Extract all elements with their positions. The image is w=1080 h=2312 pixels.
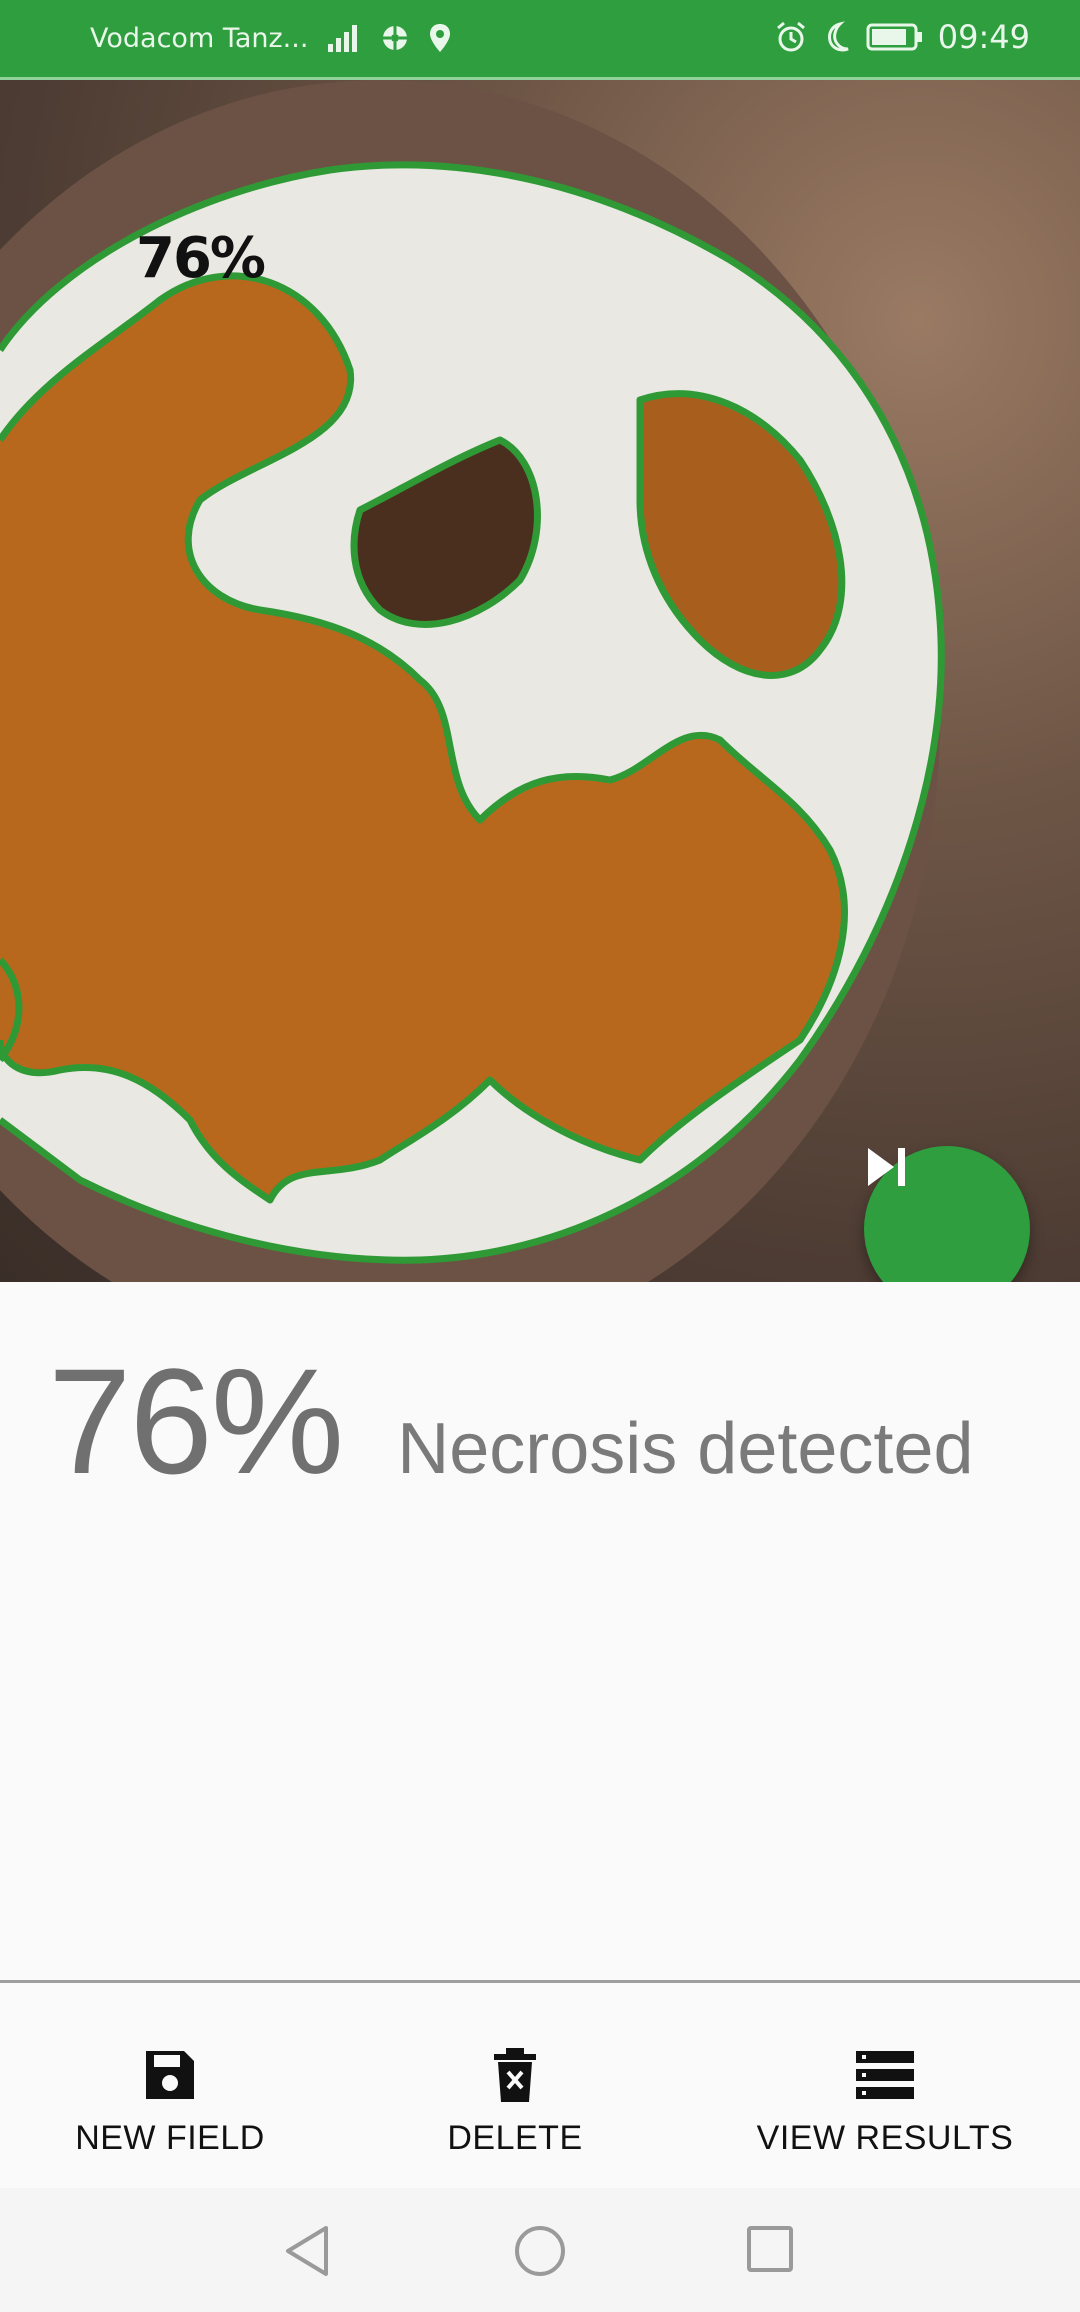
analyzed-photo: 76% — [0, 80, 1080, 1282]
recents-button[interactable] — [745, 2224, 795, 2278]
save-icon — [142, 2043, 198, 2107]
view-results-button[interactable]: VIEW RESULTS — [750, 1983, 1020, 2158]
result-summary: 76% Necrosis detected — [48, 1335, 974, 1508]
data-saver-icon — [380, 23, 410, 53]
delete-label: DELETE — [447, 2119, 583, 2157]
bottom-action-bar: NEW FIELD DELETE VIEW RESULTS — [0, 1983, 1080, 2188]
status-right: 09:49 — [774, 18, 1030, 56]
status-bar: Vodacom Tanz... 09:49 — [0, 0, 1080, 80]
status-left: Vodacom Tanz... — [90, 22, 452, 54]
delete-icon — [492, 2043, 538, 2107]
new-field-label: NEW FIELD — [75, 2119, 265, 2157]
view-results-label: VIEW RESULTS — [756, 2119, 1014, 2157]
overlay-percent-label: 76% — [136, 226, 266, 291]
clock: 09:49 — [937, 18, 1030, 56]
battery-icon — [866, 22, 924, 52]
result-label: Necrosis detected — [397, 1409, 974, 1489]
home-button[interactable] — [513, 2224, 567, 2282]
moon-icon — [822, 21, 852, 53]
home-icon — [515, 2226, 565, 2276]
signal-icon — [326, 22, 362, 54]
app-screen: Vodacom Tanz... 09:49 76% 76% Necrosis d… — [0, 0, 1080, 2312]
list-icon — [854, 2043, 916, 2107]
delete-button[interactable]: DELETE — [415, 1983, 615, 2158]
location-icon — [428, 22, 452, 54]
carrier-name: Vodacom Tanz... — [90, 22, 309, 54]
necrosis-percent: 76% — [48, 1337, 344, 1505]
recents-icon — [747, 2226, 793, 2272]
navigation-bar — [0, 2188, 1080, 2312]
new-field-button[interactable]: NEW FIELD — [70, 1983, 270, 2158]
back-button[interactable] — [282, 2224, 332, 2282]
alarm-icon — [774, 20, 808, 54]
back-icon — [286, 2226, 328, 2276]
